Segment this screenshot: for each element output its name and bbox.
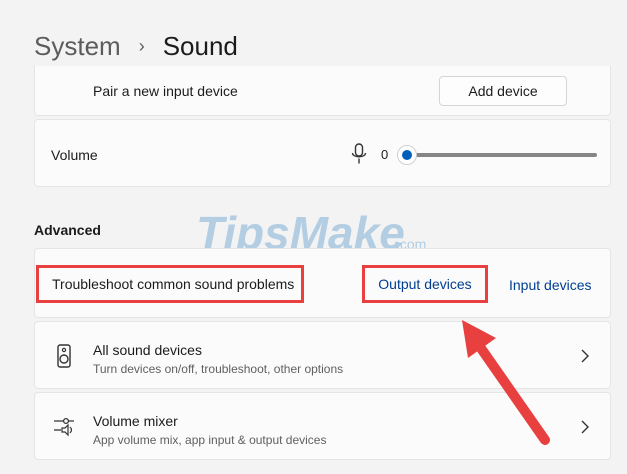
volume-mixer-title: Volume mixer bbox=[93, 413, 178, 429]
volume-value: 0 bbox=[381, 147, 389, 162]
microphone-icon[interactable] bbox=[351, 143, 367, 165]
mixer-icon bbox=[54, 417, 74, 437]
troubleshoot-card: Troubleshoot common sound problems Outpu… bbox=[34, 248, 611, 318]
pair-input-device-card: Pair a new input device Add device bbox=[34, 66, 611, 116]
all-sound-devices-row[interactable]: All sound devices Turn devices on/off, t… bbox=[34, 321, 611, 389]
page-title: Sound bbox=[162, 31, 238, 61]
volume-mixer-subtitle: App volume mix, app input & output devic… bbox=[93, 433, 327, 447]
breadcrumb: System › Sound bbox=[34, 29, 238, 63]
volume-mixer-row[interactable]: Volume mixer App volume mix, app input &… bbox=[34, 392, 611, 460]
add-device-button[interactable]: Add device bbox=[439, 76, 567, 106]
input-devices-link[interactable]: Input devices bbox=[509, 277, 592, 293]
breadcrumb-system-link[interactable]: System bbox=[34, 29, 121, 63]
troubleshoot-label-text: Troubleshoot common sound problems bbox=[52, 276, 295, 292]
volume-slider-thumb[interactable] bbox=[397, 145, 417, 165]
pair-input-device-label: Pair a new input device bbox=[93, 83, 238, 99]
chevron-right-icon bbox=[581, 349, 589, 363]
volume-slider[interactable] bbox=[397, 145, 597, 165]
all-sound-devices-title: All sound devices bbox=[93, 342, 202, 358]
speaker-icon bbox=[57, 344, 71, 368]
advanced-section-title: Advanced bbox=[34, 222, 101, 238]
all-sound-devices-subtitle: Turn devices on/off, troubleshoot, other… bbox=[93, 362, 344, 376]
volume-card: Volume 0 bbox=[34, 119, 611, 187]
breadcrumb-separator: › bbox=[138, 36, 145, 56]
output-devices-link[interactable]: Output devices bbox=[362, 265, 488, 303]
volume-slider-track bbox=[409, 153, 597, 157]
chevron-right-icon bbox=[581, 420, 589, 434]
troubleshoot-label: Troubleshoot common sound problems bbox=[36, 265, 304, 303]
volume-label: Volume bbox=[51, 147, 98, 163]
